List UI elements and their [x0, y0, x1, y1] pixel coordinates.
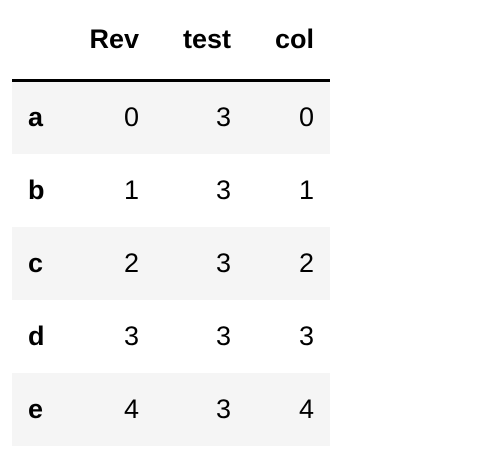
table-row: e 4 3 4 [12, 373, 330, 446]
table-cell: 1 [298, 175, 314, 205]
table-cell: 3 [215, 321, 231, 351]
table-header: Rev test col [12, 0, 330, 82]
table-cell: 2 [298, 248, 314, 278]
table-cell: 3 [298, 321, 314, 351]
index-header [12, 0, 67, 82]
dataframe-container: Rev test col a 0 3 0 b 1 3 1 c 2 3 2 d 3… [12, 0, 330, 446]
row-index: c [28, 248, 44, 278]
table-cell: 3 [215, 175, 231, 205]
table-cell: 4 [298, 394, 314, 424]
table-row: b 1 3 1 [12, 154, 330, 227]
table-row: c 2 3 2 [12, 227, 330, 300]
table-cell: 2 [123, 248, 139, 278]
table-cell: 3 [123, 321, 139, 351]
column-header-col: col [247, 0, 330, 82]
table-row: a 0 3 0 [12, 80, 330, 154]
row-index: a [28, 102, 44, 133]
table-cell: 3 [215, 102, 231, 133]
table-cell: 0 [123, 102, 139, 133]
header-row: Rev test col [12, 0, 330, 82]
column-header-test: test [155, 0, 247, 82]
table-cell: 3 [215, 394, 231, 424]
table-cell: 0 [298, 102, 314, 133]
row-index: d [28, 321, 45, 351]
table-cell: 3 [215, 248, 231, 278]
row-index: b [28, 175, 45, 205]
table-cell: 1 [123, 175, 139, 205]
column-header-rev: Rev [67, 0, 155, 82]
dataframe-table: Rev test col a 0 3 0 b 1 3 1 c 2 3 2 d 3… [12, 0, 330, 446]
table-row: d 3 3 3 [12, 300, 330, 373]
row-index: e [28, 394, 44, 424]
table-body: a 0 3 0 b 1 3 1 c 2 3 2 d 3 3 3 e 4 3 4 [12, 80, 330, 446]
table-cell: 4 [123, 394, 139, 424]
